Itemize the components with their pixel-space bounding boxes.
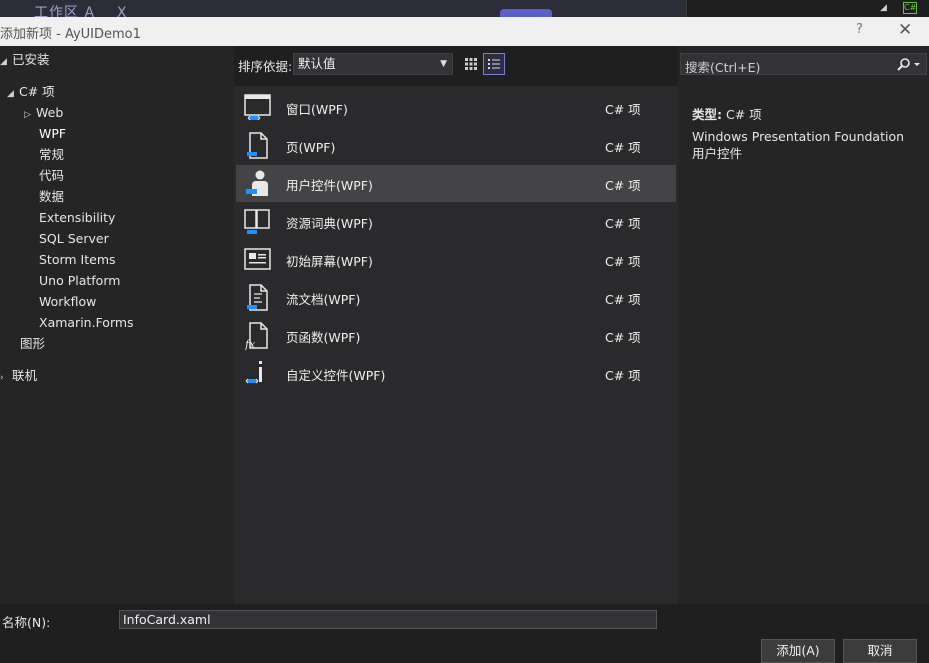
search-input[interactable]: 搜索(Ctrl+E) xyxy=(685,57,760,76)
template-name: 页函数(WPF) xyxy=(286,330,361,345)
template-row-resource-dictionary[interactable]: 资源词典(WPF) C# 项 xyxy=(236,203,676,240)
sort-dropdown[interactable]: 默认值 ▼ xyxy=(293,53,453,75)
tree-item-uno-platform[interactable]: Uno Platform xyxy=(39,271,120,291)
close-button[interactable]: ✕ xyxy=(898,20,912,40)
template-name: 初始屏幕(WPF) xyxy=(286,254,373,269)
template-row-user-control[interactable]: 用户控件(WPF) C# 项 xyxy=(236,165,676,202)
tree-item-csharp[interactable]: ◢ C# 项 xyxy=(7,82,55,102)
tree-item-wpf[interactable]: WPF xyxy=(39,124,66,144)
resource-dictionary-icon xyxy=(242,206,272,236)
tree-item-general[interactable]: 常规 xyxy=(39,145,64,165)
template-language: C# 项 xyxy=(605,216,641,231)
tree-item-workflow[interactable]: Workflow xyxy=(39,292,96,312)
template-pane: 排序依据: 默认值 ▼ 窗口(WPF) C# 项 页(WPF) C# 项 用户控… xyxy=(234,46,678,604)
user-control-icon xyxy=(242,168,272,198)
template-name: 流文档(WPF) xyxy=(286,292,361,307)
tree-item-storm-items[interactable]: Storm Items xyxy=(39,250,116,270)
tree-item-installed[interactable]: ◢ 已安装 xyxy=(0,50,50,70)
sort-label: 排序依据: xyxy=(238,59,293,74)
template-name: 页(WPF) xyxy=(286,140,336,155)
page-function-icon: fx xyxy=(242,320,272,351)
template-name: 用户控件(WPF) xyxy=(286,178,373,193)
template-name: 自定义控件(WPF) xyxy=(286,368,386,383)
template-name: 资源词典(WPF) xyxy=(286,216,373,231)
template-row-custom-control[interactable]: 自定义控件(WPF) C# 项 xyxy=(236,355,676,392)
tree-item-web[interactable]: ▷ Web xyxy=(24,103,63,123)
template-language: C# 项 xyxy=(605,140,641,155)
type-line: 类型: C# 项 xyxy=(692,104,762,123)
template-row-page[interactable]: 页(WPF) C# 项 xyxy=(236,127,676,164)
name-label: 名称(N): xyxy=(2,615,51,630)
template-language: C# 项 xyxy=(605,292,641,307)
page-icon xyxy=(242,130,272,160)
template-language: C# 项 xyxy=(605,178,641,193)
tree-item-extensibility[interactable]: Extensibility xyxy=(39,208,115,228)
tree-item-sql-server[interactable]: SQL Server xyxy=(39,229,109,249)
list-view-icon[interactable] xyxy=(483,53,505,75)
template-list: 窗口(WPF) C# 项 页(WPF) C# 项 用户控件(WPF) C# 项 … xyxy=(234,86,678,604)
details-pane: 搜索(Ctrl+E) 类型: C# 项 Windows Presentation… xyxy=(678,46,929,604)
tree-item-code[interactable]: 代码 xyxy=(39,166,64,186)
expanded-arrow-icon: ◢ xyxy=(7,89,14,99)
chevron-down-icon: ▼ xyxy=(440,59,447,69)
tree-item-data[interactable]: 数据 xyxy=(39,187,64,207)
category-tree: ◢ 已安装 ◢ C# 项 ▷ Web WPF 常规 代码 数据 Extensibili… xyxy=(0,46,234,604)
template-language: C# 项 xyxy=(605,330,641,345)
search-box[interactable]: 搜索(Ctrl+E) xyxy=(680,53,927,75)
svg-text:fx: fx xyxy=(244,338,256,350)
add-new-item-dialog: 添加新项 - AyUIDemo1 ? ✕ ◢ 已安装 ◢ C# 项 ▷ Web WPF… xyxy=(0,17,929,663)
type-label: 类型: xyxy=(692,107,722,122)
csharp-file-icon: C# xyxy=(903,2,917,14)
template-description: Windows Presentation Foundation 用户控件 xyxy=(692,129,905,161)
expanded-arrow-icon: ◢ xyxy=(0,57,7,67)
template-row-page-function[interactable]: fx 页函数(WPF) C# 项 xyxy=(236,317,676,354)
bottom-bar: 名称(N): 添加(A) 取消 xyxy=(0,604,929,663)
collapsed-arrow-icon: › xyxy=(0,373,4,383)
sort-value: 默认值 xyxy=(298,56,336,71)
template-row-window[interactable]: 窗口(WPF) C# 项 xyxy=(236,89,676,126)
template-row-splash-screen[interactable]: 初始屏幕(WPF) C# 项 xyxy=(236,241,676,278)
type-value: C# 项 xyxy=(725,107,762,122)
background-arrow-icon: ◢ xyxy=(880,3,887,13)
search-icon[interactable] xyxy=(895,56,925,74)
cancel-button[interactable]: 取消 xyxy=(843,639,917,663)
tree-item-online[interactable]: › 联机 xyxy=(0,366,37,386)
tree-item-xamarin-forms[interactable]: Xamarin.Forms xyxy=(39,313,134,333)
help-button[interactable]: ? xyxy=(856,22,863,37)
dialog-title: 添加新项 - AyUIDemo1 xyxy=(0,27,141,42)
add-button[interactable]: 添加(A) xyxy=(761,639,835,663)
custom-control-icon xyxy=(242,358,272,388)
collapsed-arrow-icon: ▷ xyxy=(24,110,31,120)
background-ide: 工作区 A X ◢ C# xyxy=(0,0,929,18)
background-text: 工作区 A X xyxy=(34,5,128,18)
tree-item-graphics[interactable]: 图形 xyxy=(20,334,45,354)
flow-document-icon xyxy=(242,282,272,312)
template-row-flow-document[interactable]: 流文档(WPF) C# 项 xyxy=(236,279,676,316)
sort-toolbar: 排序依据: 默认值 ▼ xyxy=(234,46,678,86)
template-language: C# 项 xyxy=(605,368,641,383)
template-language: C# 项 xyxy=(605,254,641,269)
grid-view-icon[interactable] xyxy=(460,53,482,75)
splash-screen-icon xyxy=(242,244,272,274)
name-input[interactable] xyxy=(119,610,657,629)
window-icon xyxy=(242,92,272,122)
background-panel xyxy=(686,0,929,18)
template-language: C# 项 xyxy=(605,102,641,117)
template-name: 窗口(WPF) xyxy=(286,102,348,117)
title-bar: 添加新项 - AyUIDemo1 ? ✕ xyxy=(0,17,929,46)
